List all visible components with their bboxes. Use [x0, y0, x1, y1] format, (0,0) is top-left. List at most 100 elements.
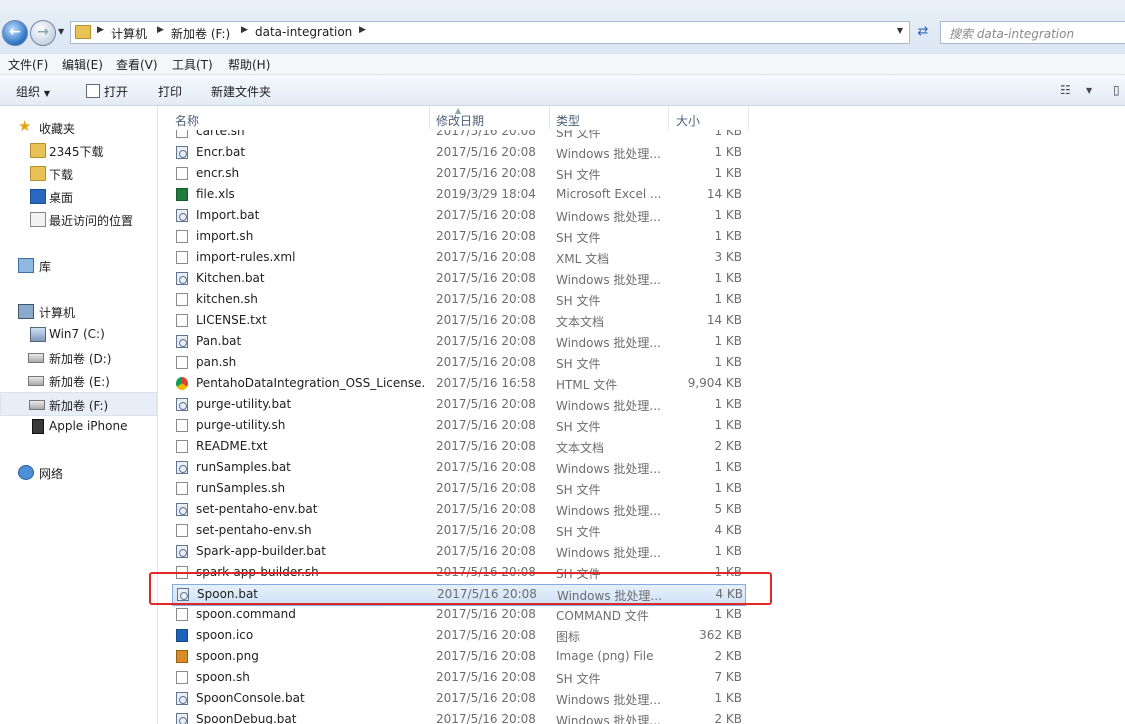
refresh-icon[interactable]: ⇄ — [912, 22, 934, 41]
file-size: 1 KB — [714, 145, 742, 159]
file-row[interactable]: spoon.command 2017/5/16 20:08 COMMAND 文件 1 … — [172, 605, 744, 625]
column-header-size[interactable]: 大小 — [676, 112, 700, 129]
sidebar-item-network[interactable]: 网络 — [0, 461, 155, 483]
file-row[interactable]: SpoonConsole.bat 2017/5/16 20:08 Windows 批… — [172, 689, 744, 709]
breadcrumb-chevron-icon[interactable]: ▶ — [359, 25, 366, 35]
file-row[interactable]: set-pentaho-env.sh 2017/5/16 20:08 SH 文件 4 … — [172, 521, 744, 541]
column-header-name[interactable]: 名称 — [175, 112, 199, 129]
sidebar-item-desktop[interactable]: 桌面 — [0, 185, 155, 207]
menu-tools[interactable]: 工具(T) — [172, 56, 213, 73]
file-type: Microsoft Excel ... — [556, 187, 662, 201]
file-name: Kitchen.bat — [196, 271, 265, 285]
menu-help[interactable]: 帮助(H) — [228, 56, 270, 73]
menu-view[interactable]: 查看(V) — [116, 56, 158, 73]
file-row[interactable]: set-pentaho-env.bat 2017/5/16 20:08 Window… — [172, 500, 744, 520]
file-date: 2017/5/16 20:08 — [436, 691, 536, 705]
breadcrumb-computer[interactable]: 计算机 — [111, 25, 147, 42]
file-row[interactable]: spoon.sh 2017/5/16 20:08 SH 文件 7 KB — [172, 668, 744, 688]
sidebar-item-apple-iphone[interactable]: Apple iPhone — [0, 415, 155, 437]
desktop-icon — [30, 189, 46, 204]
sidebar-item-favorites[interactable]: ★ 收藏夹 — [0, 116, 155, 138]
file-name: import.sh — [196, 229, 254, 243]
sidebar-item-recent-places[interactable]: 最近访问的位置 — [0, 208, 155, 230]
file-row[interactable]: SpoonDebug.bat 2017/5/16 20:08 Windows 批处理… — [172, 710, 744, 724]
file-name: file.xls — [196, 187, 235, 201]
column-divider[interactable] — [549, 106, 550, 130]
sidebar-item-2345-downloads[interactable]: 2345下载 — [0, 139, 155, 161]
file-row[interactable]: Pan.bat 2017/5/16 20:08 Windows 批处理... 1 KB — [172, 332, 744, 352]
search-input[interactable]: 搜索 data-integration — [940, 21, 1125, 44]
breadcrumb-chevron-icon[interactable]: ▶ — [97, 25, 104, 35]
file-row[interactable]: kitchen.sh 2017/5/16 20:08 SH 文件 1 KB — [172, 290, 744, 310]
breadcrumb-drive-f[interactable]: 新加卷 (F:) — [171, 25, 230, 42]
file-date: 2017/5/16 20:08 — [436, 355, 536, 369]
file-date: 2017/5/16 20:08 — [436, 481, 536, 495]
column-header-type[interactable]: 类型 — [556, 112, 580, 129]
file-row[interactable]: import-rules.xml 2017/5/16 20:08 XML 文档 3 K… — [172, 248, 744, 268]
new-folder-button[interactable]: 新建文件夹 — [211, 83, 271, 100]
sidebar-item-downloads[interactable]: 下载 — [0, 162, 155, 184]
column-divider[interactable] — [748, 106, 749, 130]
sidebar-item-drive-f[interactable]: 新加卷 (F:) — [0, 392, 157, 416]
breadcrumb-chevron-icon[interactable]: ▶ — [157, 25, 164, 35]
file-row[interactable]: LICENSE.txt 2017/5/16 20:08 文本文档 14 KB — [172, 311, 744, 331]
sh-file-icon — [176, 356, 188, 369]
sidebar-item-drive-e[interactable]: 新加卷 (E:) — [0, 369, 155, 391]
breadcrumb-chevron-icon[interactable]: ▶ — [241, 25, 248, 35]
open-button[interactable]: 打开 — [86, 83, 128, 100]
file-date: 2017/5/16 20:08 — [436, 292, 536, 306]
file-date: 2017/5/16 20:08 — [436, 229, 536, 243]
file-row[interactable]: purge-utility.bat 2017/5/16 20:08 Windows … — [172, 395, 744, 415]
file-date: 2017/5/16 16:58 — [436, 376, 536, 390]
sidebar-item-drive-d[interactable]: 新加卷 (D:) — [0, 346, 155, 368]
sh-file-icon — [176, 293, 188, 306]
breadcrumb-data-integration[interactable]: data-integration — [255, 25, 352, 39]
file-name: set-pentaho-env.sh — [196, 523, 312, 537]
path-box[interactable]: ▶ 计算机 ▶ 新加卷 (F:) ▶ data-integration ▶ ▼ — [70, 21, 910, 44]
view-options-icon[interactable]: ☷ — [1060, 83, 1071, 97]
forward-button[interactable]: → — [30, 20, 56, 46]
sidebar-item-computer[interactable]: 计算机 — [0, 300, 155, 322]
file-row[interactable]: Spark-app-builder.bat 2017/5/16 20:08 Wind… — [172, 542, 744, 562]
file-type: 文本文档 — [556, 441, 605, 455]
sidebar-item-libraries[interactable]: 库 — [0, 254, 155, 276]
file-row[interactable]: runSamples.sh 2017/5/16 20:08 SH 文件 1 KB — [172, 479, 744, 499]
file-row[interactable]: encr.sh 2017/5/16 20:08 SH 文件 1 KB — [172, 164, 744, 184]
bat-file-icon — [176, 692, 188, 705]
back-button[interactable]: ← — [2, 20, 28, 46]
column-header-date[interactable]: 修改日期 — [436, 112, 484, 129]
file-row[interactable]: Import.bat 2017/5/16 20:08 Windows 批处理... 1… — [172, 206, 744, 226]
file-row[interactable]: purge-utility.sh 2017/5/16 20:08 SH 文件 1 KB — [172, 416, 744, 436]
file-row[interactable]: spoon.ico 2017/5/16 20:08 图标 362 KB — [172, 626, 744, 646]
system-drive-icon — [30, 327, 46, 342]
file-row[interactable]: PentahoDataIntegration_OSS_License... 201… — [172, 374, 744, 394]
bat-file-icon — [176, 503, 188, 516]
navigation-pane: ★ 收藏夹 2345下载 下载 桌面 最近访问的位置 库 计算机 Win7 (C… — [0, 106, 158, 724]
column-divider[interactable] — [429, 106, 430, 130]
organize-button[interactable]: 组织 ▼ — [16, 83, 50, 100]
ico-file-icon — [176, 629, 188, 642]
sidebar-item-drive-c[interactable]: Win7 (C:) — [0, 323, 155, 345]
file-row[interactable]: runSamples.bat 2017/5/16 20:08 Windows 批处理… — [172, 458, 744, 478]
view-chevron-down-icon[interactable]: ▼ — [1086, 86, 1092, 95]
file-row[interactable]: import.sh 2017/5/16 20:08 SH 文件 1 KB — [172, 227, 744, 247]
file-type: Windows 批处理... — [556, 147, 661, 161]
file-row[interactable]: spoon.png 2017/5/16 20:08 Image (png) File… — [172, 647, 744, 667]
sh-file-icon — [176, 671, 188, 684]
column-divider[interactable] — [668, 106, 669, 130]
menu-file[interactable]: 文件(F) — [8, 56, 48, 73]
file-row[interactable]: README.txt 2017/5/16 20:08 文本文档 2 KB — [172, 437, 744, 457]
folder-icon — [30, 166, 46, 181]
file-row[interactable]: pan.sh 2017/5/16 20:08 SH 文件 1 KB — [172, 353, 744, 373]
file-type: HTML 文件 — [556, 378, 618, 392]
file-row[interactable]: Kitchen.bat 2017/5/16 20:08 Windows 批处理...… — [172, 269, 744, 289]
file-date: 2017/5/16 20:08 — [436, 670, 536, 684]
path-dropdown-icon[interactable]: ▼ — [897, 26, 903, 35]
print-button[interactable]: 打印 — [158, 83, 182, 100]
menu-edit[interactable]: 编辑(E) — [62, 56, 103, 73]
preview-pane-icon[interactable]: ▯ — [1113, 83, 1120, 97]
file-row[interactable]: file.xls 2019/3/29 18:04 Microsoft Excel .… — [172, 185, 744, 205]
bat-file-icon — [176, 146, 188, 159]
recent-pages-chevron-icon[interactable]: ▼ — [58, 27, 64, 36]
file-row[interactable]: Encr.bat 2017/5/16 20:08 Windows 批处理... 1 K… — [172, 143, 744, 163]
